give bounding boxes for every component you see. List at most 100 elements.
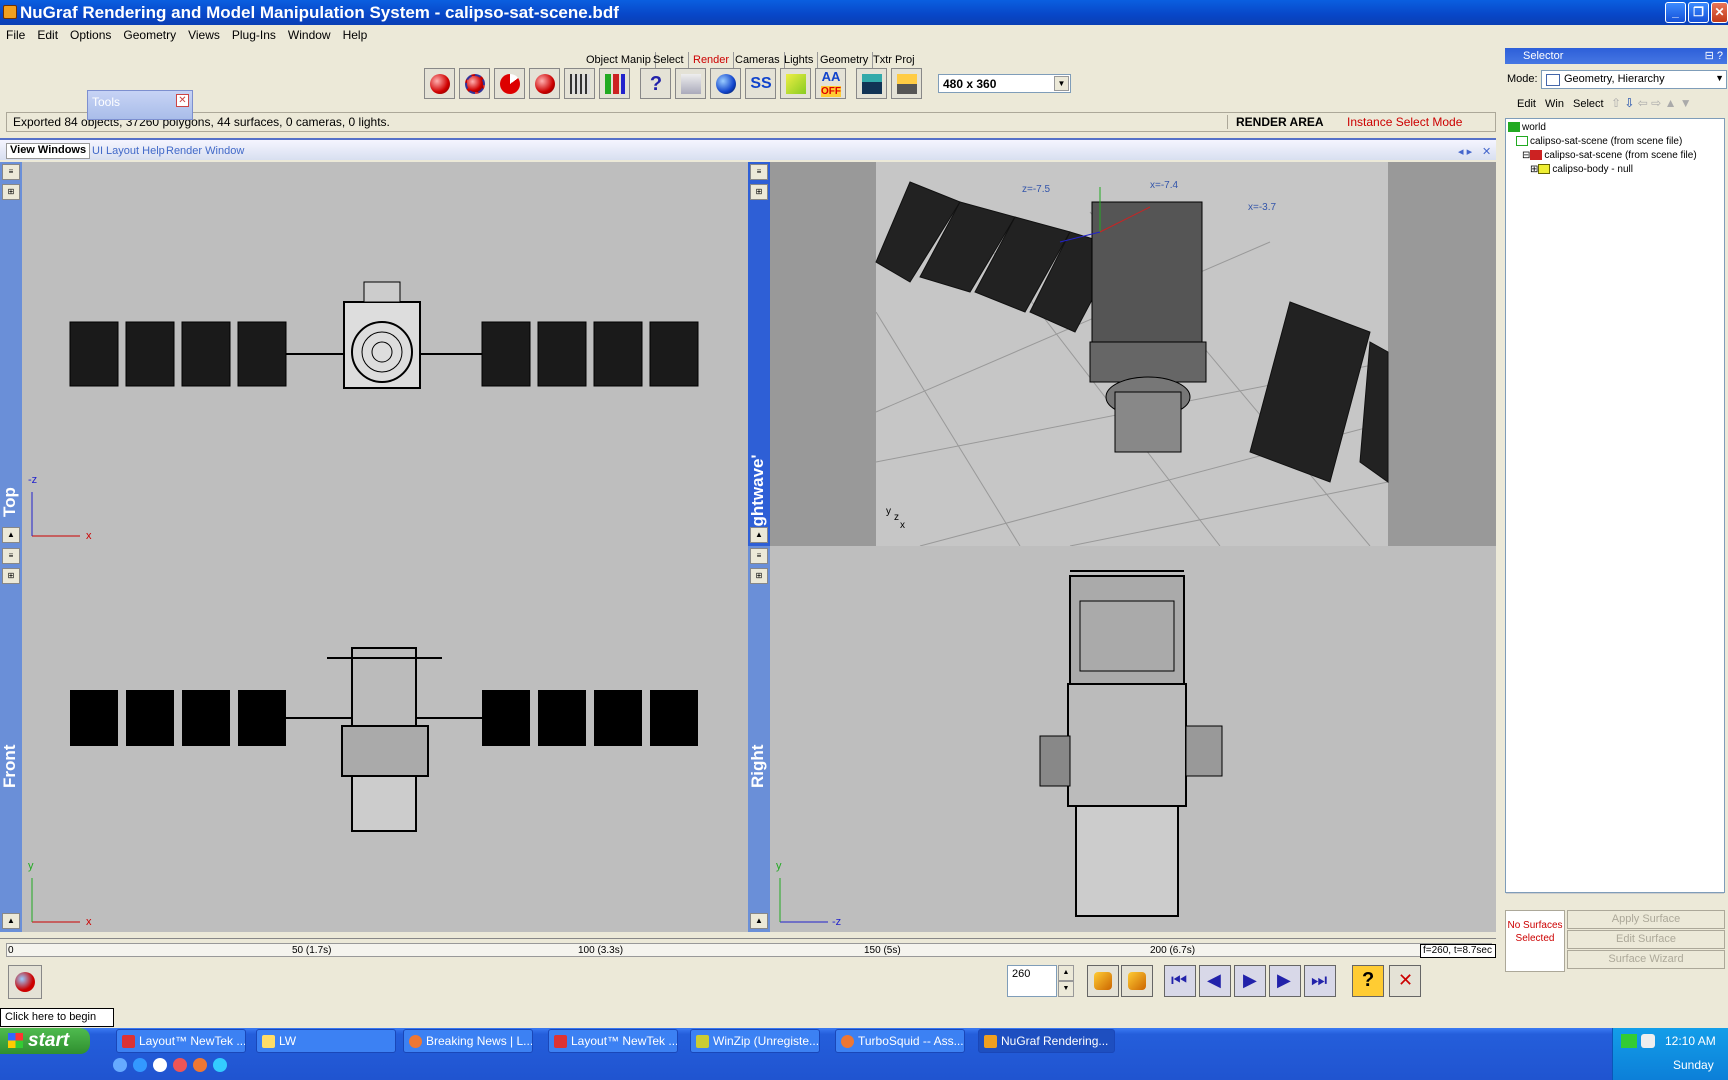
front-viewport[interactable]: y x bbox=[22, 546, 748, 932]
quicklaunch-search-icon[interactable] bbox=[213, 1058, 227, 1072]
save-image-icon[interactable] bbox=[856, 68, 887, 99]
minimize-button[interactable]: _ bbox=[1665, 2, 1686, 23]
scroll-arrows-icon[interactable]: ◂ ▸ bbox=[1458, 145, 1472, 158]
tab-object-manip[interactable]: Object Manip bbox=[582, 52, 656, 68]
key-add-icon[interactable] bbox=[1087, 965, 1119, 997]
network-icon[interactable] bbox=[1621, 1034, 1637, 1048]
viewport-menu-icon[interactable]: ≡ bbox=[750, 164, 768, 180]
clock-time[interactable]: 12:10 AM bbox=[1665, 1034, 1716, 1048]
render-options-icon[interactable] bbox=[675, 68, 706, 99]
help-icon[interactable]: ? bbox=[1352, 965, 1384, 997]
start-button[interactable]: start bbox=[0, 1028, 90, 1054]
viewport-menu-icon[interactable]: ≡ bbox=[2, 548, 20, 564]
render-region-icon[interactable] bbox=[459, 68, 490, 99]
apply-surface-button[interactable]: Apply Surface bbox=[1567, 910, 1725, 929]
render-sphere-icon[interactable] bbox=[424, 68, 455, 99]
last-frame-button[interactable]: ⏭ bbox=[1304, 965, 1336, 997]
pin-icon[interactable]: ⊞ bbox=[750, 568, 768, 584]
tree-node-scene-child[interactable]: ⊟ calipso-sat-scene (from scene file) bbox=[1522, 150, 1697, 161]
close-icon[interactable]: ✕ bbox=[176, 94, 189, 107]
quicklaunch-app-icon[interactable] bbox=[173, 1058, 187, 1072]
menu-options[interactable]: Options bbox=[64, 25, 117, 42]
tree-node-scene[interactable]: calipso-sat-scene (from scene file) bbox=[1516, 136, 1682, 147]
key-remove-icon[interactable] bbox=[1121, 965, 1153, 997]
volume-icon[interactable] bbox=[1641, 1034, 1655, 1048]
pin-icon[interactable]: ⊞ bbox=[750, 184, 768, 200]
scroll-up-icon[interactable]: ▲ bbox=[2, 913, 20, 929]
pin-icon[interactable]: ⊟ ? bbox=[1705, 48, 1723, 64]
selector-menu-select[interactable]: Select bbox=[1573, 98, 1604, 110]
supersample-icon[interactable]: SS bbox=[745, 68, 776, 99]
tree-node-world[interactable]: world bbox=[1508, 122, 1546, 133]
viewport-menu-icon[interactable]: ≡ bbox=[750, 548, 768, 564]
quicklaunch-media-icon[interactable] bbox=[153, 1058, 167, 1072]
task-layout-2[interactable]: Layout™ NewTek ... bbox=[548, 1029, 678, 1053]
pin-icon[interactable]: ⊞ bbox=[2, 184, 20, 200]
quicklaunch-firefox-icon[interactable] bbox=[193, 1058, 207, 1072]
render-chart-icon[interactable] bbox=[599, 68, 630, 99]
task-lw[interactable]: LW bbox=[256, 1029, 396, 1053]
top-viewport[interactable]: -z x bbox=[22, 162, 748, 546]
tab-txtr-proj[interactable]: Txtr Proj bbox=[869, 52, 919, 68]
frame-down-icon[interactable]: ▼ bbox=[1058, 981, 1074, 997]
menu-geometry[interactable]: Geometry bbox=[117, 25, 182, 42]
menu-edit[interactable]: Edit bbox=[31, 25, 64, 42]
print-image-icon[interactable] bbox=[891, 68, 922, 99]
tab-geometry[interactable]: Geometry bbox=[816, 52, 874, 68]
render-partial-icon[interactable] bbox=[494, 68, 525, 99]
next-frame-button[interactable]: ▶ bbox=[1269, 965, 1301, 997]
quicklaunch-ie-icon[interactable] bbox=[133, 1058, 147, 1072]
render-help-icon[interactable]: ? bbox=[640, 68, 671, 99]
tab-render-window[interactable]: Render Window bbox=[166, 145, 244, 157]
resolution-select[interactable]: 480 x 360 ▼ bbox=[938, 74, 1071, 93]
tab-cameras[interactable]: Cameras bbox=[731, 52, 785, 68]
menu-views[interactable]: Views bbox=[182, 25, 226, 42]
play-button[interactable]: ▶ bbox=[1234, 965, 1266, 997]
tab-select[interactable]: Select bbox=[649, 52, 689, 68]
render-scene-icon[interactable] bbox=[8, 965, 42, 999]
viewport-menu-icon[interactable]: ≡ bbox=[2, 164, 20, 180]
selector-menu-edit[interactable]: Edit bbox=[1517, 98, 1536, 110]
timeline-track[interactable] bbox=[6, 943, 1492, 957]
perspective-viewport[interactable]: z=-7.5 x=-7.4 x=-3.7 y z x bbox=[770, 162, 1496, 546]
key-delete-icon[interactable]: ✕ bbox=[1389, 965, 1421, 997]
first-frame-button[interactable]: ⏮ bbox=[1164, 965, 1196, 997]
scroll-up-icon[interactable]: ▲ bbox=[750, 527, 768, 543]
mode-select[interactable]: Geometry, Hierarchy ▼ bbox=[1541, 70, 1727, 89]
surface-wizard-button[interactable]: Surface Wizard bbox=[1567, 950, 1725, 969]
pin-icon[interactable]: ⊞ bbox=[2, 568, 20, 584]
scroll-up-icon[interactable]: ▲ bbox=[2, 527, 20, 543]
prev-frame-button[interactable]: ◀ bbox=[1199, 965, 1231, 997]
tab-view-windows[interactable]: View Windows bbox=[6, 143, 91, 159]
frame-input[interactable]: 260 bbox=[1007, 965, 1057, 997]
chevron-down-icon[interactable]: ▼ bbox=[1054, 76, 1069, 91]
task-breaking-news[interactable]: Breaking News | L... bbox=[403, 1029, 533, 1053]
tab-ui-layout-help[interactable]: UI Layout Help bbox=[92, 145, 165, 157]
render-stats-icon[interactable] bbox=[564, 68, 595, 99]
tab-lights[interactable]: Lights bbox=[780, 52, 819, 68]
selector-menu-win[interactable]: Win bbox=[1545, 98, 1564, 110]
task-winzip[interactable]: WinZip (Unregiste... bbox=[690, 1029, 820, 1053]
close-icon[interactable]: ✕ bbox=[1482, 145, 1491, 158]
render-save-icon[interactable] bbox=[529, 68, 560, 99]
menu-help[interactable]: Help bbox=[337, 25, 374, 42]
task-layout-1[interactable]: Layout™ NewTek ... bbox=[116, 1029, 246, 1053]
tab-render[interactable]: Render bbox=[689, 52, 735, 68]
menu-plugins[interactable]: Plug-Ins bbox=[226, 25, 282, 42]
render-material-icon[interactable] bbox=[710, 68, 741, 99]
task-nugraf[interactable]: NuGraf Rendering... bbox=[978, 1029, 1115, 1053]
right-viewport[interactable]: y -z bbox=[770, 546, 1496, 932]
horizontal-scrollbar[interactable] bbox=[1506, 893, 1724, 907]
close-button[interactable]: ✕ bbox=[1711, 2, 1728, 23]
menu-window[interactable]: Window bbox=[282, 25, 337, 42]
texture-cube-icon[interactable] bbox=[780, 68, 811, 99]
selector-tree[interactable]: world calipso-sat-scene (from scene file… bbox=[1505, 118, 1725, 907]
antialias-off-icon[interactable]: AA OFF bbox=[815, 68, 846, 99]
scroll-up-icon[interactable]: ▲ bbox=[750, 913, 768, 929]
maximize-button[interactable]: ❐ bbox=[1688, 2, 1709, 23]
edit-surface-button[interactable]: Edit Surface bbox=[1567, 930, 1725, 949]
chevron-down-icon[interactable]: ▼ bbox=[1715, 73, 1724, 83]
tree-node-body[interactable]: ⊞ calipso-body - null bbox=[1530, 164, 1633, 175]
nav-arrows-icon[interactable]: ⇧ ⇩ ⇦ ⇨ ▲ ▼ bbox=[1611, 96, 1692, 110]
menu-file[interactable]: File bbox=[0, 25, 31, 42]
